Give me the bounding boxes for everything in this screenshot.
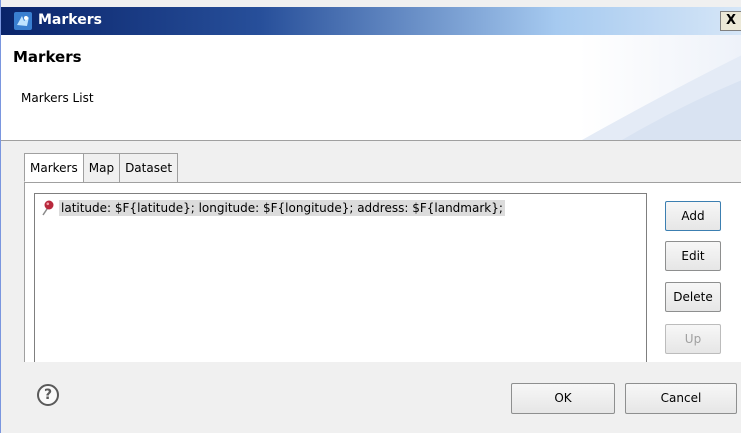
delete-button[interactable]: Delete (665, 282, 721, 312)
window-title: Markers (38, 12, 102, 28)
edit-button[interactable]: Edit (665, 241, 721, 271)
help-icon[interactable]: ? (37, 384, 59, 406)
tab-markers[interactable]: Markers (24, 153, 84, 182)
dialog-header: Markers Markers List (1, 35, 741, 141)
marker-pin-icon (42, 200, 54, 216)
tab-bar: Markers Map Dataset (24, 153, 179, 182)
close-button[interactable]: X (720, 11, 741, 31)
ok-button[interactable]: OK (511, 383, 615, 414)
app-icon (14, 12, 32, 30)
up-button[interactable]: Up (665, 324, 721, 354)
marker-expression: latitude: $F{latitude}; longitude: $F{lo… (59, 200, 505, 216)
tab-dataset[interactable]: Dataset (119, 153, 179, 182)
markers-list[interactable]: latitude: $F{latitude}; longitude: $F{lo… (34, 193, 647, 363)
markers-dialog: Markers X Markers Markers List Markers M… (0, 0, 741, 433)
page-subtitle: Markers List (21, 91, 94, 105)
list-item[interactable]: latitude: $F{latitude}; longitude: $F{lo… (40, 198, 505, 218)
page-title: Markers (13, 48, 82, 66)
tab-map[interactable]: Map (82, 153, 121, 182)
cancel-button[interactable]: Cancel (625, 383, 737, 414)
header-decoration (582, 55, 741, 140)
title-bar[interactable]: Markers X (1, 7, 741, 35)
add-button[interactable]: Add (665, 201, 721, 231)
